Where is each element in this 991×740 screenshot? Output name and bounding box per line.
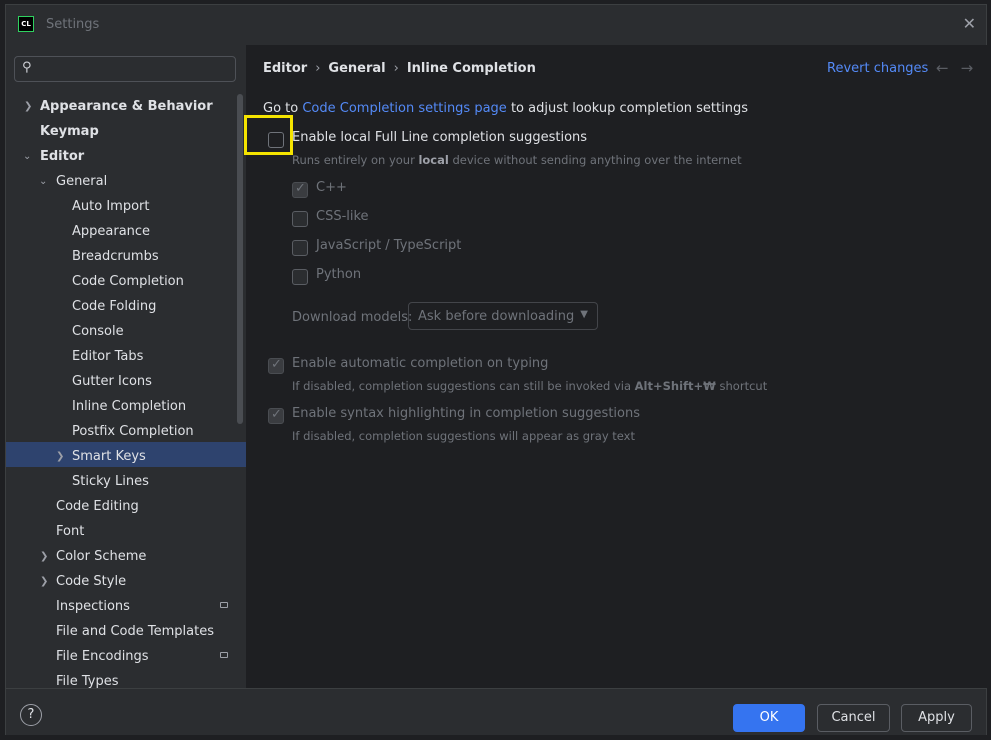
chevron-down-icon: ▼: [580, 309, 588, 320]
tree-item-color-scheme[interactable]: Color Scheme: [56, 544, 146, 569]
breadcrumb-editor[interactable]: Editor: [263, 61, 307, 76]
auto-completion-hint: If disabled, completion suggestions can …: [292, 379, 767, 393]
settings-window: CL Settings ✕ ⚲ ❯ Appearance & Behavior …: [5, 4, 987, 735]
breadcrumb-inline-completion: Inline Completion: [406, 61, 536, 76]
chevron-down-icon[interactable]: ⌄: [39, 176, 47, 187]
project-scope-icon: [220, 602, 228, 608]
chevron-right-icon[interactable]: ❯: [56, 451, 64, 462]
goto-suffix: to adjust lookup completion settings: [510, 101, 748, 116]
project-scope-icon: [220, 652, 228, 658]
tree-item-keymap[interactable]: Keymap: [40, 119, 99, 144]
chevron-right-icon: ›: [315, 61, 321, 76]
tree-item-appearance[interactable]: Appearance: [72, 219, 150, 244]
python-label[interactable]: Python: [316, 267, 361, 282]
js-ts-checkbox[interactable]: [292, 240, 308, 256]
chevron-right-icon[interactable]: ❯: [40, 576, 48, 587]
search-icon: ⚲: [22, 60, 32, 75]
tree-item-postfix-completion[interactable]: Postfix Completion: [72, 419, 194, 444]
tree-item-font[interactable]: Font: [56, 519, 84, 544]
auto-hint-shortcut: Alt+Shift+₩: [634, 379, 716, 393]
window-title: Settings: [46, 17, 100, 32]
tree-item-code-editing[interactable]: Code Editing: [56, 494, 139, 519]
python-checkbox[interactable]: [292, 269, 308, 285]
download-models-select[interactable]: Ask before downloading ▼: [408, 302, 598, 330]
syntax-highlighting-checkbox[interactable]: [268, 407, 284, 424]
clion-logo-icon: CL: [18, 16, 34, 32]
tree-item-auto-import[interactable]: Auto Import: [72, 194, 149, 219]
tree-item-breadcrumbs[interactable]: Breadcrumbs: [72, 244, 159, 269]
title-bar: CL Settings ✕: [6, 5, 986, 45]
css-label[interactable]: CSS-like: [316, 209, 369, 224]
chevron-down-icon[interactable]: ⌄: [23, 151, 31, 162]
auto-completion-label[interactable]: Enable automatic completion on typing: [292, 356, 548, 371]
goto-line: Go to Code Completion settings page to a…: [263, 101, 748, 116]
hint-part-a: Runs entirely on your: [292, 153, 415, 167]
help-icon[interactable]: ?: [20, 704, 42, 726]
hint-part-b: local: [418, 153, 449, 167]
hint-part-c: device without sending anything over the…: [452, 153, 742, 167]
tree-item-inline-completion[interactable]: Inline Completion: [72, 394, 186, 419]
cancel-button[interactable]: Cancel: [817, 704, 890, 732]
cpp-checkbox[interactable]: [292, 181, 308, 198]
tree-item-gutter-icons[interactable]: Gutter Icons: [72, 369, 152, 394]
settings-sidebar: ⚲ ❯ Appearance & Behavior Keymap ⌄ Edito…: [6, 45, 246, 688]
annotation-highlight-box: [244, 115, 293, 155]
auto-hint-c: shortcut: [719, 379, 768, 393]
breadcrumb: Editor › General › Inline Completion: [263, 61, 542, 76]
chevron-right-icon[interactable]: ❯: [24, 101, 32, 112]
tree-item-code-style[interactable]: Code Style: [56, 569, 126, 594]
full-line-hint: Runs entirely on your local device witho…: [292, 153, 742, 167]
chevron-right-icon: ›: [393, 61, 399, 76]
tree-item-file-types[interactable]: File Types: [56, 669, 119, 688]
syntax-highlighting-label[interactable]: Enable syntax highlighting in completion…: [292, 406, 640, 421]
close-icon[interactable]: ✕: [963, 14, 976, 33]
search-input[interactable]: ⚲: [14, 56, 236, 82]
tree-item-appearance-behavior[interactable]: Appearance & Behavior: [40, 94, 213, 119]
download-models-label: Download models:: [292, 310, 413, 325]
chevron-right-icon[interactable]: ❯: [40, 551, 48, 562]
settings-content: Editor › General › Inline Completion Revert …: [246, 45, 987, 688]
tree-item-code-completion[interactable]: Code Completion: [72, 269, 184, 294]
code-completion-settings-link[interactable]: Code Completion settings page: [302, 101, 506, 116]
ok-button[interactable]: OK: [733, 704, 805, 732]
syntax-highlighting-hint: If disabled, completion suggestions will…: [292, 429, 635, 443]
revert-changes-link[interactable]: Revert changes: [827, 61, 928, 76]
goto-prefix: Go to: [263, 101, 299, 116]
tree-item-smart-keys[interactable]: Smart Keys: [72, 444, 146, 469]
auto-completion-checkbox[interactable]: [268, 357, 284, 374]
nav-arrows-icon[interactable]: ←→: [936, 59, 985, 77]
apply-button[interactable]: Apply: [901, 704, 972, 732]
js-ts-label[interactable]: JavaScript / TypeScript: [316, 238, 461, 253]
tree-item-file-encodings[interactable]: File Encodings: [56, 644, 149, 669]
breadcrumb-general[interactable]: General: [328, 61, 385, 76]
sidebar-scrollbar[interactable]: [237, 94, 243, 424]
tree-item-code-folding[interactable]: Code Folding: [72, 294, 156, 319]
tree-item-editor[interactable]: Editor: [40, 144, 84, 169]
css-checkbox[interactable]: [292, 211, 308, 227]
tree-item-editor-tabs[interactable]: Editor Tabs: [72, 344, 143, 369]
cpp-label[interactable]: C++: [316, 180, 347, 195]
full-line-label[interactable]: Enable local Full Line completion sugges…: [292, 130, 587, 145]
tree-item-inspections[interactable]: Inspections: [56, 594, 130, 619]
tree-item-file-code-templates[interactable]: File and Code Templates: [56, 619, 214, 644]
download-models-value: Ask before downloading: [418, 309, 575, 324]
tree-item-console[interactable]: Console: [72, 319, 124, 344]
dialog-footer: ? OK Cancel Apply: [6, 688, 986, 735]
auto-hint-a: If disabled, completion suggestions can …: [292, 379, 631, 393]
tree-item-sticky-lines[interactable]: Sticky Lines: [72, 469, 149, 494]
tree-item-general[interactable]: General: [56, 169, 107, 194]
